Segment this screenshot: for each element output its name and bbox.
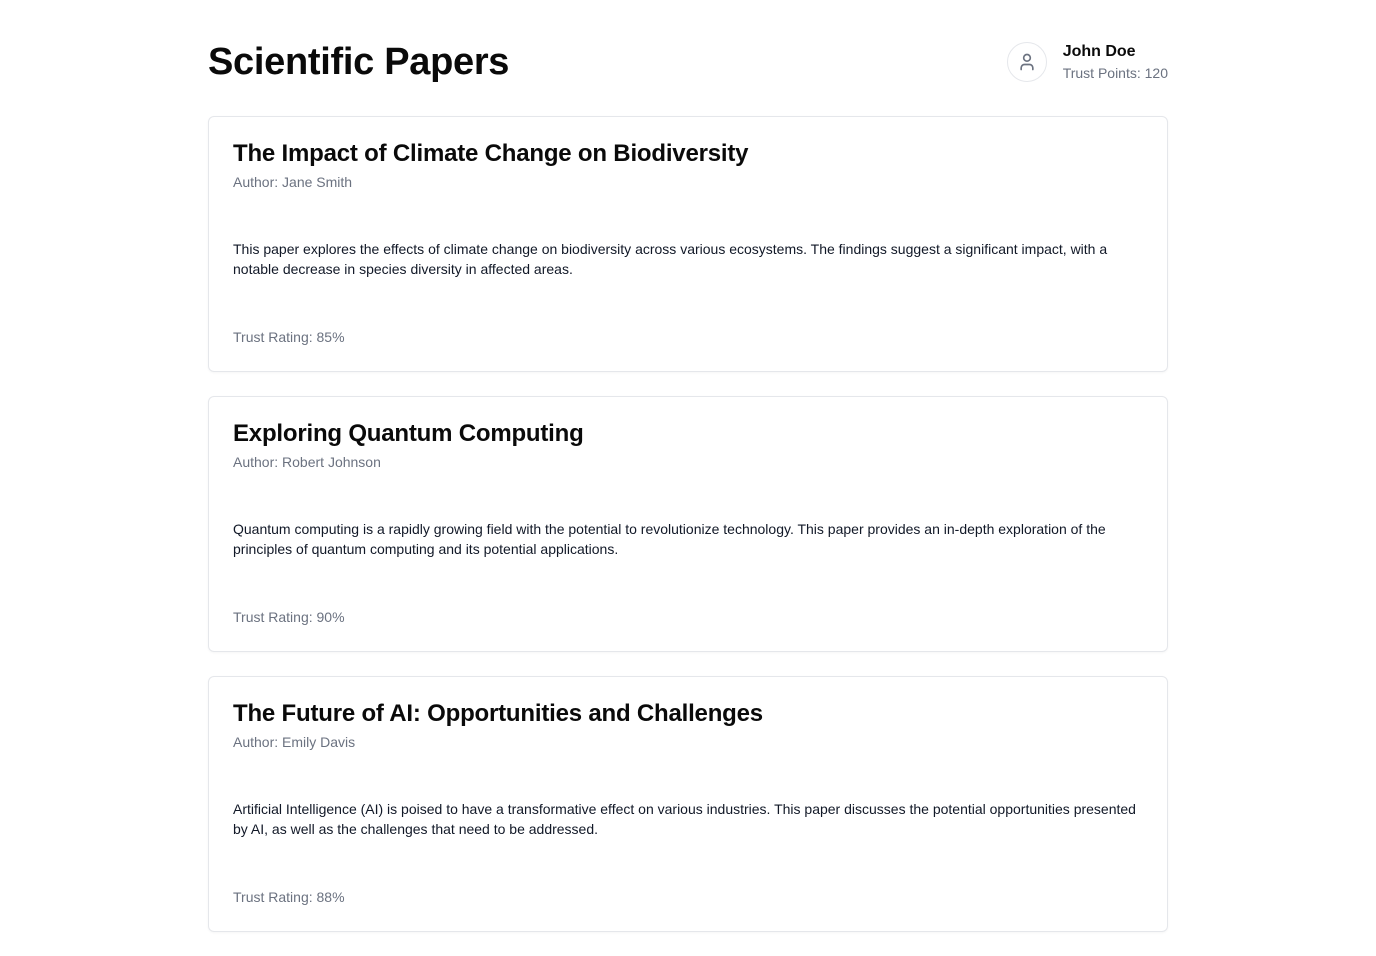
papers-list: The Impact of Climate Change on Biodiver… xyxy=(208,116,1168,932)
paper-author: Author: Jane Smith xyxy=(233,174,353,190)
user-info: John Doe Trust Points: 120 xyxy=(1063,41,1168,83)
paper-abstract: This paper explores the effects of clima… xyxy=(233,241,1108,277)
paper-author: Author: Robert Johnson xyxy=(233,454,381,470)
paper-card[interactable]: The Future of AI: Opportunities and Chal… xyxy=(208,676,1168,932)
paper-abstract: Quantum computing is a rapidly growing f… xyxy=(233,521,1106,557)
paper-title[interactable]: The Impact of Climate Change on Biodiver… xyxy=(233,139,1143,169)
page-title: Scientific Papers xyxy=(208,40,510,83)
page-header: Scientific Papers John Doe Trust Points:… xyxy=(208,0,1168,116)
paper-title[interactable]: Exploring Quantum Computing xyxy=(233,419,1143,449)
page-container: Scientific Papers John Doe Trust Points:… xyxy=(208,0,1168,956)
user-icon xyxy=(1020,53,1034,71)
user-profile[interactable]: John Doe Trust Points: 120 xyxy=(1006,41,1168,83)
user-name: John Doe xyxy=(1062,43,1136,60)
avatar[interactable] xyxy=(1006,42,1047,82)
paper-trust-rating: Trust Rating: 85% xyxy=(233,329,345,345)
trust-points: Trust Points: 120 xyxy=(1062,65,1168,81)
paper-abstract: Artificial Intelligence (AI) is poised t… xyxy=(233,801,1136,837)
paper-trust-rating: Trust Rating: 88% xyxy=(233,889,345,905)
paper-author: Author: Emily Davis xyxy=(233,734,356,750)
paper-card[interactable]: The Impact of Climate Change on Biodiver… xyxy=(208,116,1168,372)
paper-title[interactable]: The Future of AI: Opportunities and Chal… xyxy=(233,699,1143,729)
paper-trust-rating: Trust Rating: 90% xyxy=(233,609,345,625)
paper-card[interactable]: Exploring Quantum Computing Author: Robe… xyxy=(208,396,1168,652)
